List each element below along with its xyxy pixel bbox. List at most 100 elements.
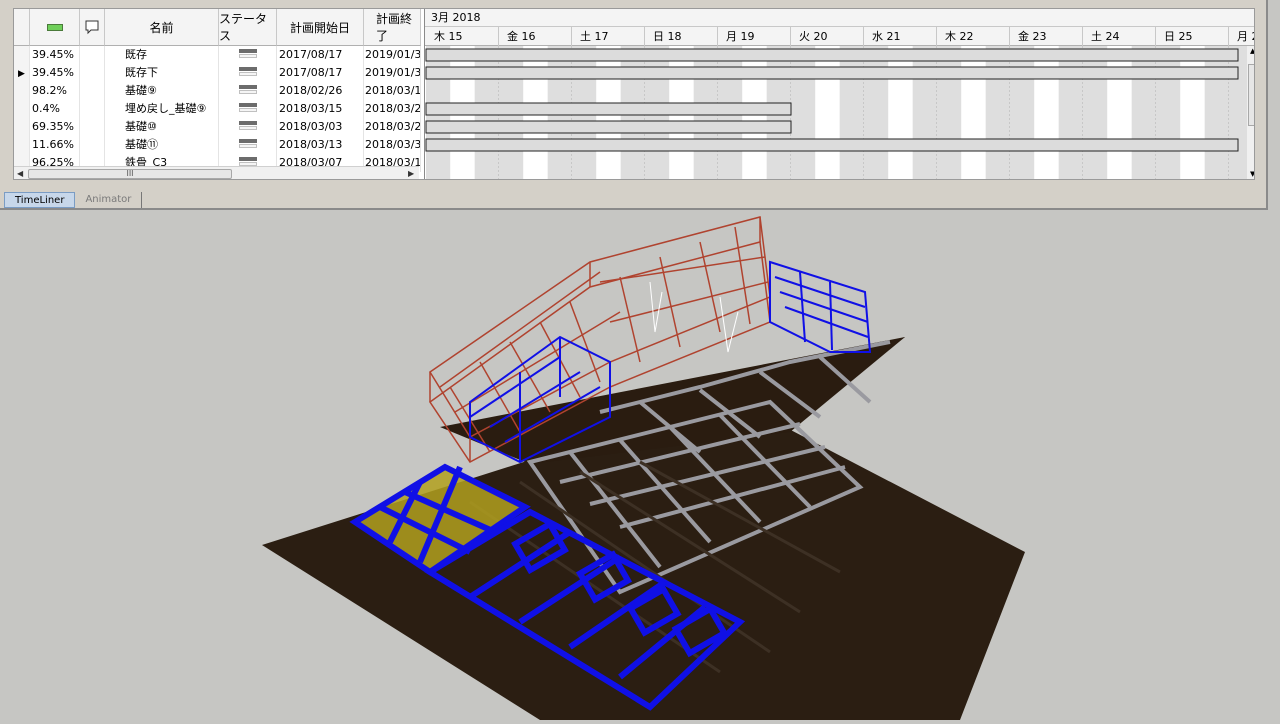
gantt-task-bar[interactable] (425, 48, 1239, 62)
gantt-shade-column (1204, 46, 1229, 179)
table-row[interactable]: 11.66% 基礎⑪ 2018/03/132018/03/30 (14, 136, 421, 154)
gantt-task-bar[interactable] (425, 138, 1239, 152)
status-bar-icon (239, 49, 257, 59)
end-column-header[interactable]: 計画終了 (364, 9, 421, 46)
row-selector (14, 46, 30, 64)
3d-viewport[interactable] (0, 212, 1280, 720)
gantt-shade-column (1083, 46, 1108, 179)
end-cell: 2018/03/20 (364, 100, 421, 118)
horizontal-scroll-thumb[interactable]: III (28, 169, 232, 179)
gantt-shade-column (961, 46, 986, 179)
start-cell: 2018/02/26 (277, 82, 364, 100)
gantt-day-label: 月 26 (1229, 27, 1254, 46)
name-column-header[interactable]: 名前 (105, 9, 219, 46)
gantt-day-label: 日 18 (645, 27, 718, 46)
status-bar-icon (239, 85, 257, 95)
scroll-up-icon[interactable]: ▲ (1250, 47, 1254, 55)
gantt-day-header: 木 15 金 16 土 17 日 18 月 19 火 20 水 21 木 22 金 23 土 24… (425, 27, 1254, 46)
gantt-task-bar[interactable] (425, 102, 792, 116)
gantt-shade-column (864, 46, 889, 179)
start-cell: 2018/03/15 (277, 100, 364, 118)
vertical-scroll-thumb[interactable] (1248, 64, 1254, 126)
table-row[interactable]: ▶ 39.45% 既存下 2017/08/172019/01/31 (14, 64, 421, 82)
name-cell: 基礎⑪ (105, 136, 219, 154)
gantt-day-label: 月 19 (718, 27, 791, 46)
progress-bar-icon (46, 23, 63, 31)
status-cell (219, 100, 277, 118)
table-row[interactable]: 39.45% 既存 2017/08/172019/01/31 (14, 46, 421, 64)
gantt-day-label: 土 24 (1083, 27, 1156, 46)
status-cell (219, 82, 277, 100)
gantt-shade-column (791, 46, 816, 179)
comment-column-header[interactable] (80, 9, 105, 46)
gantt-shade-column (1058, 46, 1083, 179)
gantt-shade-column (1107, 46, 1132, 179)
table-row[interactable]: 98.2% 基礎⑨ 2018/02/262018/03/15 (14, 82, 421, 100)
gantt-shade-column (985, 46, 1010, 179)
gantt-shade-column (1010, 46, 1035, 179)
comment-cell (80, 136, 105, 154)
end-cell: 2018/03/15 (364, 82, 421, 100)
comment-cell (80, 100, 105, 118)
name-cell: 既存 (105, 46, 219, 64)
status-bar-icon (239, 67, 257, 77)
status-cell (219, 118, 277, 136)
start-cell: 2017/08/17 (277, 64, 364, 82)
gantt-day-label: 木 22 (937, 27, 1010, 46)
row-selector: ▶ (14, 64, 30, 82)
gantt-day-label: 金 16 (499, 27, 572, 46)
end-cell: 2019/01/31 (364, 46, 421, 64)
tab-timeliner[interactable]: TimeLiner (4, 192, 76, 208)
active-column-header[interactable] (30, 9, 80, 46)
name-cell: 既存下 (105, 64, 219, 82)
status-bar-icon (239, 139, 257, 149)
row-selector (14, 100, 30, 118)
gantt-day-label: 水 21 (864, 27, 937, 46)
gantt-day-label: 日 25 (1156, 27, 1229, 46)
name-cell: 基礎⑩ (105, 118, 219, 136)
start-cell: 2018/03/13 (277, 136, 364, 154)
gantt-shade-column (888, 46, 913, 179)
progress-cell: 69.35% (30, 118, 80, 136)
panel-tabs: TimeLiner Animator (4, 192, 143, 208)
end-cell: 2018/03/20 (364, 118, 421, 136)
start-cell: 2018/03/03 (277, 118, 364, 136)
timeliner-panel: 名前 ステータス 計画開始日 計画終了 39.45% 既存 2017/08/17 20… (0, 0, 1268, 210)
progress-cell: 39.45% (30, 64, 80, 82)
status-bar-icon (239, 103, 257, 113)
end-cell: 2018/03/30 (364, 136, 421, 154)
comment-cell (80, 118, 105, 136)
gantt-task-bar[interactable] (425, 120, 792, 134)
start-column-header[interactable]: 計画開始日 (277, 9, 364, 46)
gantt-shade-column (1156, 46, 1181, 179)
comment-icon (85, 20, 99, 35)
table-row[interactable]: 0.4% 埋め戻し_基礎⑨ 2018/03/152018/03/20 (14, 100, 421, 118)
gantt-shade-column (1131, 46, 1156, 179)
gantt-day-label: 木 15 (426, 27, 499, 46)
status-cell (219, 46, 277, 64)
gantt-task-bar[interactable] (425, 66, 1239, 80)
progress-cell: 98.2% (30, 82, 80, 100)
horizontal-scrollbar[interactable]: ◀ III ▶ (14, 166, 419, 179)
start-cell: 2017/08/17 (277, 46, 364, 64)
status-column-header[interactable]: ステータス (219, 9, 277, 46)
scroll-left-icon[interactable]: ◀ (17, 169, 23, 178)
gantt-shade-column (912, 46, 937, 179)
gantt-shade-column (937, 46, 962, 179)
gantt-shade-column (839, 46, 864, 179)
vertical-scrollbar[interactable]: ▲ ▼ (1247, 46, 1254, 179)
scroll-down-icon[interactable]: ▼ (1250, 170, 1254, 178)
gantt-day-label: 土 17 (572, 27, 645, 46)
comment-cell (80, 46, 105, 64)
scroll-right-icon[interactable]: ▶ (408, 169, 414, 178)
comment-cell (80, 64, 105, 82)
gantt-month-header: 3月 2018 (425, 9, 1254, 27)
current-row-icon: ▶ (18, 69, 25, 79)
name-cell: 基礎⑨ (105, 82, 219, 100)
status-bar-icon (239, 121, 257, 131)
gantt-chart: 3月 2018 木 15 金 16 土 17 日 18 月 19 火 20 水 21 木 22… (424, 9, 1254, 179)
tab-animator[interactable]: Animator (75, 192, 143, 208)
table-row[interactable]: 69.35% 基礎⑩ 2018/03/032018/03/20 (14, 118, 421, 136)
status-cell (219, 136, 277, 154)
end-cell: 2019/01/31 (364, 64, 421, 82)
